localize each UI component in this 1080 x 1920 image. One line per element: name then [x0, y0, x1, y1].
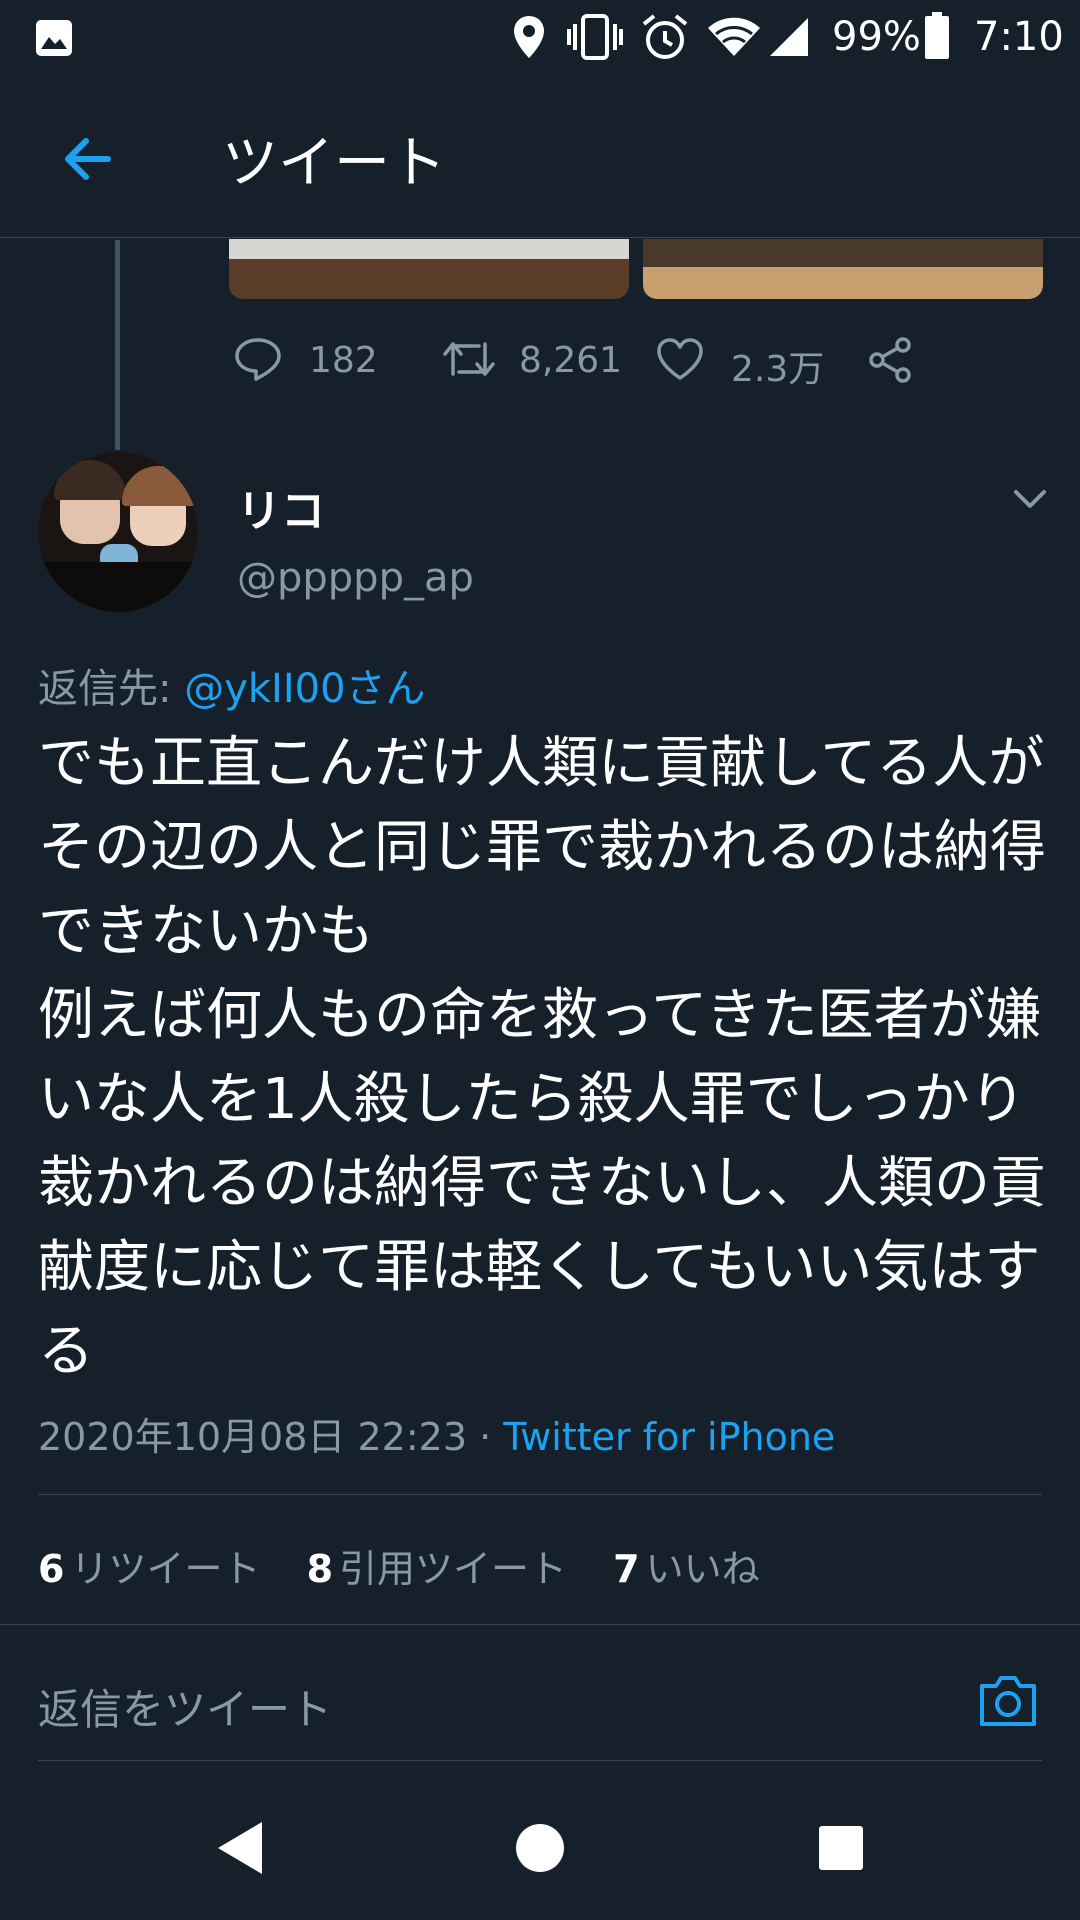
- back-triangle-icon[interactable]: [212, 1818, 268, 1878]
- reply-input-placeholder[interactable]: 返信をツイート: [38, 1676, 332, 1737]
- signal-icon: [770, 18, 808, 56]
- system-navigation-bar: [0, 1780, 1080, 1920]
- thread-connector: [115, 240, 120, 450]
- previous-tweet-image-1[interactable]: [229, 239, 629, 299]
- chevron-down-icon[interactable]: [1012, 484, 1048, 512]
- retweets-stat-count: 6: [38, 1547, 65, 1591]
- avatar[interactable]: [38, 452, 198, 612]
- location-icon: [514, 16, 544, 58]
- quotes-stat[interactable]: 8 引用ツイート: [307, 1547, 567, 1591]
- share-icon[interactable]: [866, 336, 914, 384]
- reply-icon[interactable]: [233, 336, 283, 382]
- quotes-stat-label: 引用ツイート: [339, 1547, 568, 1591]
- divider: [38, 1760, 1042, 1761]
- retweets-stat[interactable]: 6 リツイート: [38, 1547, 260, 1591]
- reply-to-line: 返信先: @ykII00さん: [38, 656, 426, 714]
- vibrate-icon: [567, 14, 623, 60]
- wifi-icon: [708, 17, 760, 56]
- clock: 7:10: [974, 14, 1064, 60]
- arrow-left-icon: [65, 138, 111, 180]
- tweet-stats: 6 リツイート 8 引用ツイート 7 いいね: [38, 1538, 794, 1593]
- author-name[interactable]: リコ: [237, 475, 325, 539]
- home-circle-icon[interactable]: [514, 1822, 566, 1874]
- header: ツイート: [0, 78, 1080, 238]
- page-title: ツイート: [222, 131, 446, 196]
- tweet-timestamp: 2020年10月08日 22:23: [38, 1415, 468, 1459]
- like-count: 2.3万: [731, 349, 825, 390]
- likes-stat[interactable]: 7 いいね: [613, 1547, 759, 1591]
- likes-stat-label: いいね: [645, 1547, 760, 1591]
- tweet-text: でも正直こんだけ人類に貢献してる人がその辺の人と同じ罪で裁かれるのは納得できない…: [38, 731, 1046, 1384]
- previous-tweet-image-2[interactable]: [643, 239, 1043, 299]
- camera-icon[interactable]: [976, 1670, 1040, 1730]
- meta-separator: ·: [467, 1415, 504, 1459]
- reply-mention-link[interactable]: @ykII00さん: [184, 666, 425, 712]
- retweets-stat-label: リツイート: [70, 1547, 261, 1591]
- battery-percentage: 99%: [832, 14, 921, 60]
- back-button[interactable]: [40, 124, 130, 194]
- image-icon: [36, 20, 72, 56]
- status-bar: 99% 7:10: [0, 0, 1080, 78]
- likes-stat-count: 7: [613, 1547, 640, 1591]
- battery-icon: [925, 12, 949, 59]
- reply-to-label: 返信先:: [38, 666, 185, 712]
- retweet-icon[interactable]: [441, 338, 497, 380]
- alarm-icon: [642, 14, 688, 59]
- reply-count: 182: [309, 340, 378, 381]
- author-handle[interactable]: @ppppp_ap: [237, 555, 474, 601]
- divider: [38, 1494, 1042, 1495]
- recents-square-icon[interactable]: [818, 1825, 864, 1871]
- quotes-stat-count: 8: [306, 1547, 334, 1591]
- retweet-count: 8,261: [519, 340, 623, 381]
- tweet-meta: 2020年10月08日 22:23 · Twitter for iPhone: [38, 1406, 835, 1461]
- tweet-source-link[interactable]: Twitter for iPhone: [503, 1415, 835, 1459]
- heart-icon[interactable]: [655, 336, 705, 382]
